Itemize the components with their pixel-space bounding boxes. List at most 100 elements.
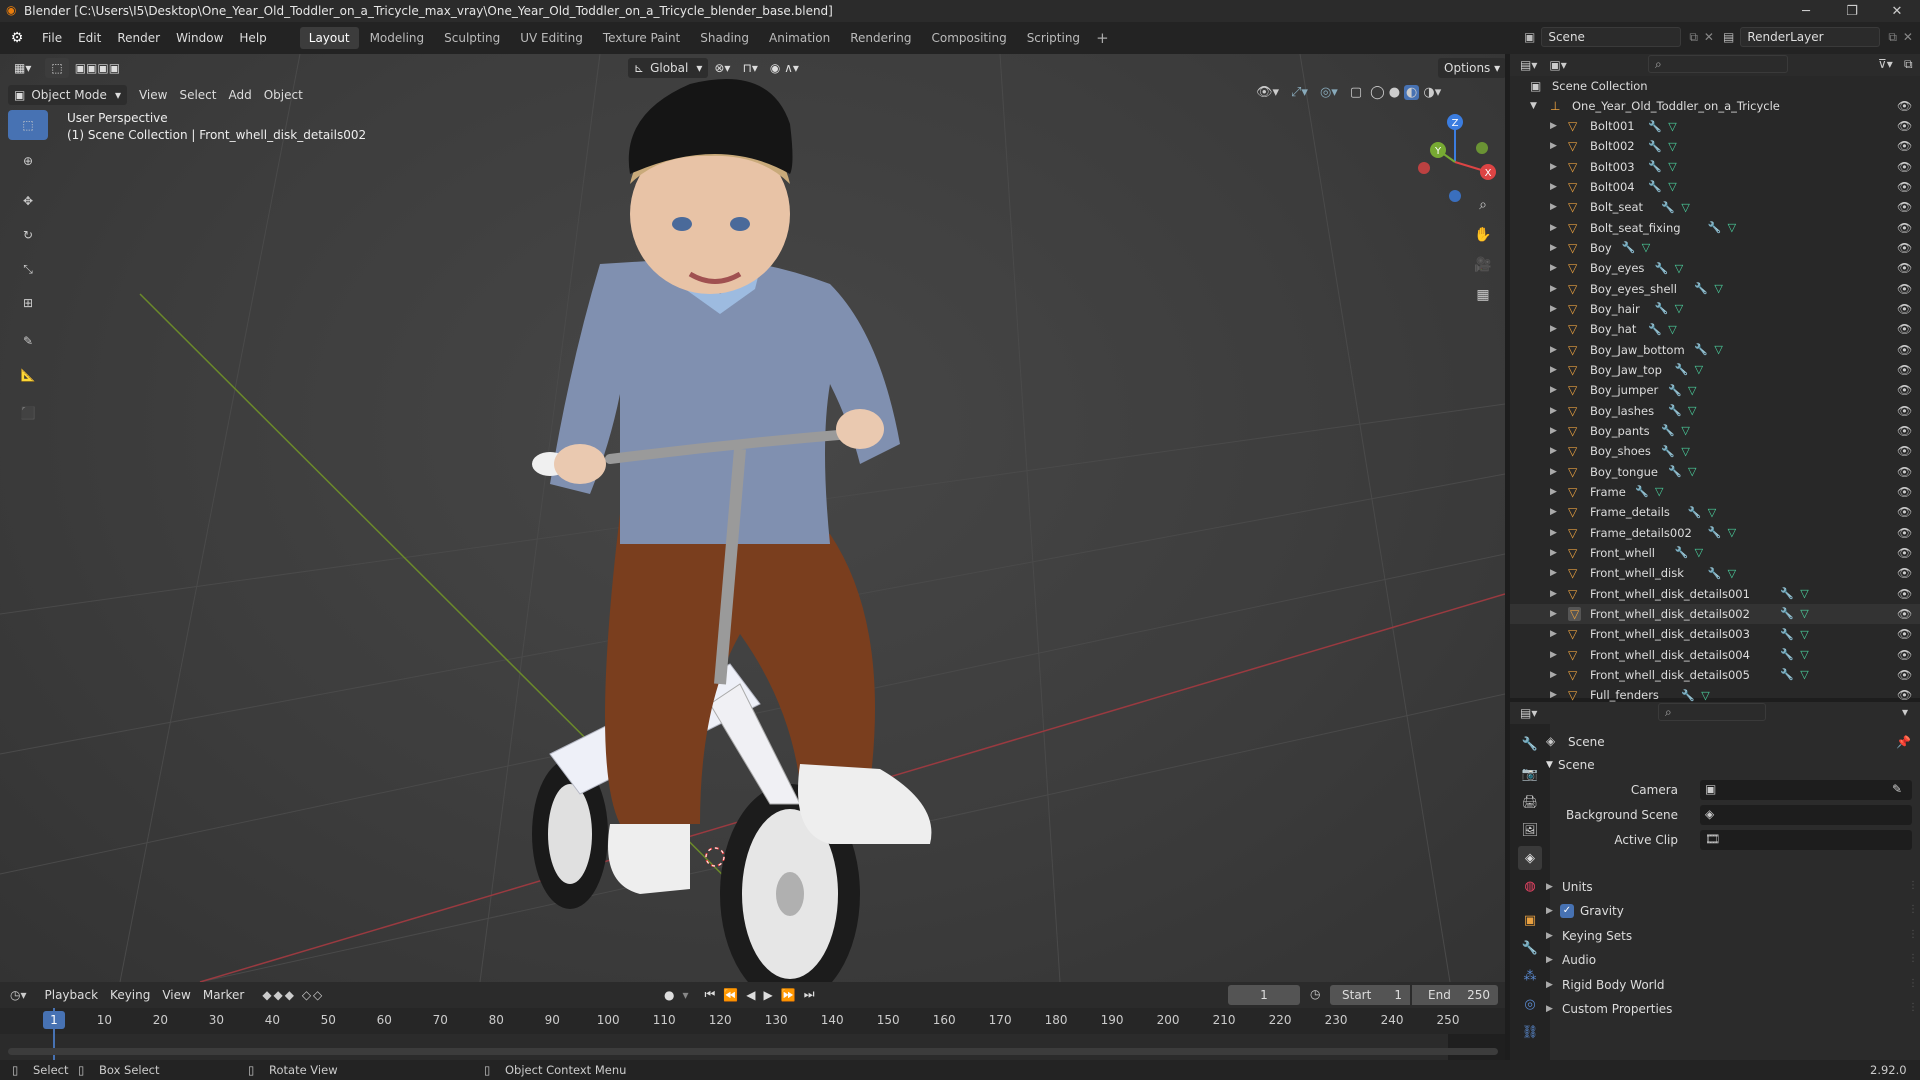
background-scene-field[interactable]: ◈ [1700, 805, 1912, 825]
modifier-wrench-icon[interactable]: 🔧 [1668, 404, 1682, 417]
renderlayer-remove-icon[interactable]: ✕ [1903, 30, 1913, 44]
modifier-wrench-icon[interactable]: 🔧 [1635, 485, 1649, 498]
collapsed-arrow-icon[interactable]: ▶ [1546, 980, 1553, 990]
modifier-tab-icon[interactable]: 🔧 [1518, 936, 1542, 960]
modifier-wrench-icon[interactable]: 🔧 [1648, 140, 1662, 153]
select-box-tool[interactable]: ⬚ [8, 110, 48, 140]
outliner-item[interactable]: ▶ ▽ Boy_jumper 🔧 ▽ 👁 [1510, 380, 1920, 400]
visibility-eye-icon[interactable]: 👁 [1897, 383, 1912, 397]
modifier-wrench-icon[interactable]: 🔧 [1780, 648, 1794, 661]
outliner-item[interactable]: ▶ ▽ Frame_details 🔧 ▽ 👁 [1510, 502, 1920, 522]
menu-file[interactable]: File [34, 22, 70, 54]
viewport-menu-add[interactable]: Add [222, 85, 257, 105]
select-mode-icon[interactable]: ⬚ [45, 58, 69, 78]
modifier-wrench-icon[interactable]: 🔧 [1648, 120, 1662, 133]
timeline-menu-view[interactable]: View [156, 985, 196, 1005]
tool-tab-icon[interactable]: 🔧 [1518, 732, 1542, 756]
menu-render[interactable]: Render [109, 22, 168, 54]
expand-arrow-icon[interactable]: ▶ [1550, 263, 1557, 273]
visibility-eye-icon[interactable]: 👁 [1897, 424, 1912, 438]
mesh-data-icon[interactable]: ▽ [1800, 648, 1808, 661]
next-keyframe-icon[interactable]: ⏩ [781, 988, 796, 1002]
visibility-eye-icon[interactable]: 👁 [1897, 261, 1912, 275]
tab-compositing[interactable]: Compositing [922, 27, 1015, 49]
expand-arrow-icon[interactable]: ▶ [1550, 589, 1557, 599]
outliner-item[interactable]: ▶ ▽ Front_whell_disk 🔧 ▽ 👁 [1510, 563, 1920, 583]
tab-animation[interactable]: Animation [760, 27, 839, 49]
mesh-data-icon[interactable]: ▽ [1728, 221, 1736, 234]
navigation-gizmo[interactable]: Z X Y [1410, 112, 1500, 202]
renderlayer-field[interactable]: RenderLayer [1740, 27, 1881, 47]
section-audio[interactable]: ▶ Audio ⋮⋮ [1546, 951, 1920, 973]
outliner-item[interactable]: ▶ ▽ Boy_hair 🔧 ▽ 👁 [1510, 299, 1920, 319]
editor-type-icon[interactable]: ▦▾ [8, 58, 37, 78]
modifier-wrench-icon[interactable]: 🔧 [1780, 607, 1794, 620]
visibility-eye-icon[interactable]: 👁 [1897, 180, 1912, 194]
expand-arrow-icon[interactable]: ▶ [1550, 141, 1557, 151]
visibility-eye-icon[interactable]: 👁 [1897, 363, 1912, 377]
mesh-data-icon[interactable]: ▽ [1688, 465, 1696, 478]
filter-icon[interactable]: ⊽▾ [1878, 57, 1893, 71]
expand-arrow-icon[interactable]: ▶ [1550, 345, 1557, 355]
world-tab-icon[interactable]: ◍ [1518, 874, 1542, 898]
visibility-eye-icon[interactable]: 👁 [1897, 160, 1912, 174]
collapsed-arrow-icon[interactable]: ▶ [1546, 882, 1553, 892]
collapsed-arrow-icon[interactable]: ▶ [1546, 931, 1553, 941]
outliner-item[interactable]: ▶ ▽ Bolt_seat 🔧 ▽ 👁 [1510, 197, 1920, 217]
scene-field[interactable]: Scene [1541, 27, 1682, 47]
expand-arrow-icon[interactable]: ▶ [1550, 650, 1557, 660]
expand-arrow-icon[interactable]: ▶ [1550, 609, 1557, 619]
mesh-data-icon[interactable]: ▽ [1728, 567, 1736, 580]
mesh-data-icon[interactable]: ▽ [1681, 445, 1689, 458]
drag-handle-icon[interactable]: ⋮⋮ [1908, 880, 1920, 891]
expand-arrow-icon[interactable]: ▶ [1550, 223, 1557, 233]
visibility-eye-icon[interactable]: 👁 [1897, 221, 1912, 235]
visibility-eye-icon[interactable]: 👁 [1897, 444, 1912, 458]
modifier-wrench-icon[interactable]: 🔧 [1708, 567, 1722, 580]
expand-arrow-icon[interactable]: ▶ [1550, 487, 1557, 497]
drag-handle-icon[interactable]: ⋮⋮ [1908, 929, 1920, 940]
mesh-data-icon[interactable]: ▽ [1800, 587, 1808, 600]
mesh-data-icon[interactable]: ▽ [1708, 506, 1716, 519]
move-tool[interactable]: ✥ [8, 186, 48, 216]
mesh-data-icon[interactable]: ▽ [1800, 628, 1808, 641]
restore-icon[interactable]: ❐ [1829, 0, 1875, 22]
expand-arrow-icon[interactable]: ▶ [1550, 528, 1557, 538]
close-icon[interactable]: ✕ [1874, 0, 1920, 22]
record-options-icon[interactable]: ▾ [682, 988, 688, 1002]
visibility-eye-icon[interactable]: 👁 [1897, 526, 1912, 540]
expand-arrow-icon[interactable]: ▶ [1550, 446, 1557, 456]
menu-window[interactable]: Window [168, 22, 231, 54]
camera-view-icon[interactable]: 🎥 [1470, 252, 1496, 278]
options-dropdown[interactable]: Options ▾ [1438, 58, 1505, 78]
timeline-editor-icon[interactable]: ◷▾ [10, 988, 27, 1002]
drag-handle-icon[interactable]: ⋮⋮ [1908, 904, 1920, 915]
outliner-editor-icon[interactable]: ▤▾ [1520, 58, 1537, 72]
modifier-wrench-icon[interactable]: 🔧 [1655, 302, 1669, 315]
visibility-eye-icon[interactable]: 👁 [1897, 139, 1912, 153]
collapsed-arrow-icon[interactable]: ▶ [1546, 1004, 1553, 1014]
new-collection-icon[interactable]: ⧉ [1904, 57, 1913, 72]
visibility-eye-icon[interactable]: 👁 [1897, 282, 1912, 296]
minimize-icon[interactable]: ─ [1783, 0, 1829, 22]
tab-sculpting[interactable]: Sculpting [435, 27, 509, 49]
outliner-item[interactable]: ▶ ▽ Frame_details002 🔧 ▽ 👁 [1510, 523, 1920, 543]
modifier-wrench-icon[interactable]: 🔧 [1661, 201, 1675, 214]
drag-handle-icon[interactable]: ⋮⋮ [1908, 978, 1920, 989]
visibility-eye-icon[interactable]: 👁 [1897, 485, 1912, 499]
visibility-eye-icon[interactable]: 👁 [1897, 505, 1912, 519]
expand-arrow-icon[interactable]: ▶ [1550, 629, 1557, 639]
visibility-eye-icon[interactable]: 👁 [1897, 607, 1912, 621]
mesh-data-icon[interactable]: ▽ [1800, 668, 1808, 681]
outliner-item[interactable]: ▶ ▽ Boy_Jaw_bottom 🔧 ▽ 👁 [1510, 340, 1920, 360]
modifier-wrench-icon[interactable]: 🔧 [1694, 282, 1708, 295]
outliner-item[interactable]: ▶ ▽ Front_whell 🔧 ▽ 👁 [1510, 543, 1920, 563]
expand-arrow-icon[interactable]: ▶ [1550, 670, 1557, 680]
outliner-item[interactable]: ▶ ▽ Bolt003 🔧 ▽ 👁 [1510, 157, 1920, 177]
jump-end-icon[interactable]: ⏭ [804, 987, 815, 1002]
outliner-item[interactable]: ▶ ▽ Boy_hat 🔧 ▽ 👁 [1510, 319, 1920, 339]
expand-arrow-icon[interactable]: ▶ [1550, 690, 1557, 700]
keyframe-icons[interactable]: ◆◆◆ ◇◇ [262, 988, 324, 1002]
viewport-menu-view[interactable]: View [133, 85, 173, 105]
tab-scripting[interactable]: Scripting [1018, 27, 1089, 49]
